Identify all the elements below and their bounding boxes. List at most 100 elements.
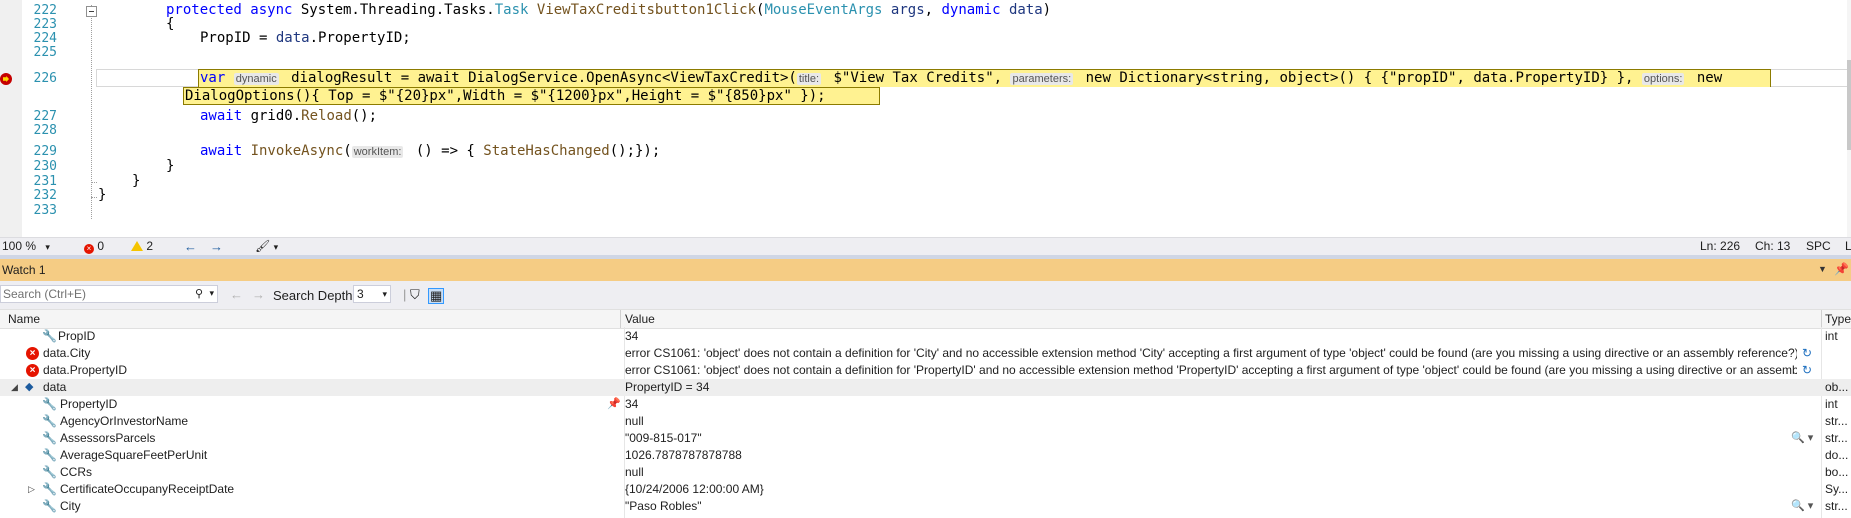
code-cleanup-icon[interactable]: 🖌 ▾: [255, 239, 278, 255]
indicator-margin[interactable]: [0, 0, 22, 237]
watch-row[interactable]: 🔧 PropID 34 int: [0, 328, 1851, 345]
watch-row[interactable]: 🔧 AssessorsParcels "009-815-017" 🔍 ▾ str…: [0, 430, 1851, 447]
search-depth-label: Search Depth:: [273, 288, 357, 303]
watch-name[interactable]: City: [60, 498, 81, 515]
watch-value[interactable]: 34: [625, 396, 1800, 413]
warning-count[interactable]: 2: [131, 239, 153, 254]
inlay-type-hint: dynamic: [233, 73, 279, 85]
watch-name[interactable]: AverageSquareFeetPerUnit: [60, 447, 207, 464]
search-previous-icon[interactable]: ←: [230, 288, 243, 302]
inlay-param-hint: parameters:: [1010, 73, 1074, 85]
code-line-231[interactable]: }: [132, 173, 140, 190]
search-icon[interactable]: ⚲: [195, 287, 203, 300]
expand-chevron-icon[interactable]: ▷: [28, 481, 35, 498]
watch-row[interactable]: 🔧 CCRs null bo...: [0, 464, 1851, 481]
code-line-223[interactable]: {: [166, 16, 174, 33]
outlining-guide: [91, 5, 93, 219]
navigate-forward-icon[interactable]: →: [210, 239, 223, 254]
breakpoint-current-statement-icon[interactable]: [0, 73, 12, 85]
refresh-icon[interactable]: ↻: [1802, 345, 1812, 362]
code-line-227[interactable]: await grid0.Reload();: [200, 108, 377, 125]
search-depth-select[interactable]: 3 ▾: [353, 285, 391, 303]
punct: =: [250, 30, 276, 46]
toolbar-divider: |: [403, 287, 407, 302]
filter-icon[interactable]: ⛉: [410, 288, 420, 302]
column-header-name[interactable]: Name: [8, 312, 40, 326]
watch-name[interactable]: AssessorsParcels: [60, 430, 155, 447]
watch-toolbar: ⚲ ▾ ← → Search Depth: 3▾ | ⛉ ▦: [0, 281, 1851, 309]
outlining-tick: [91, 197, 97, 199]
watch-value[interactable]: null: [625, 413, 1800, 430]
column-divider[interactable]: [1821, 310, 1822, 328]
watch-row[interactable]: 🔧 AgencyOrInvestorName null str...: [0, 413, 1851, 430]
watch-search-box[interactable]: ⚲ ▾: [0, 285, 218, 303]
code-line-226[interactable]: var dynamic dialogResult = await DialogS…: [200, 70, 1722, 88]
watch-value[interactable]: 34: [625, 328, 1800, 345]
watch-value[interactable]: null: [625, 464, 1800, 481]
column-header-value[interactable]: Value: [625, 312, 655, 326]
watch-name[interactable]: data.PropertyID: [43, 362, 127, 379]
pin-property-icon[interactable]: 📌: [607, 396, 621, 413]
search-next-icon[interactable]: →: [252, 288, 265, 302]
refresh-icon[interactable]: ↻: [1802, 362, 1812, 379]
watch-name[interactable]: PropID: [58, 328, 95, 345]
watch-name[interactable]: CertificateOccupanyReceiptDate: [60, 481, 234, 498]
watch-row[interactable]: ◢ ◆ data PropertyID = 34 ob...: [0, 379, 1851, 396]
watch-row[interactable]: × data.PropertyID error CS1061: 'object'…: [0, 362, 1851, 379]
property-wrench-icon: 🔧: [42, 431, 57, 445]
watch-type: int: [1825, 329, 1838, 343]
collapse-chevron-icon[interactable]: ◢: [11, 379, 18, 396]
chevron-down-icon[interactable]: ▾: [209, 288, 214, 299]
text-visualizer-icon[interactable]: 🔍 ▾: [1791, 498, 1813, 515]
type-name: Task: [494, 2, 537, 18]
editor-status-bar: 100 % ▾ × 0 2 ← → 🖌 ▾ Ln: 226 Ch: 13 SPC…: [0, 237, 1851, 255]
property-wrench-icon: 🔧: [42, 465, 57, 479]
watch-row[interactable]: ▷ 🔧 CertificateOccupanyReceiptDate {10/2…: [0, 481, 1851, 498]
line-ending[interactable]: L: [1845, 239, 1851, 254]
code-line-224[interactable]: PropID = data.PropertyID;: [200, 30, 411, 47]
code-line-230[interactable]: }: [166, 158, 174, 175]
code-line-232[interactable]: }: [98, 187, 106, 204]
watch-value[interactable]: "Paso Robles": [625, 498, 1785, 515]
code-line-222[interactable]: protected async System.Threading.Tasks.T…: [166, 2, 1051, 19]
watch-type: ob...: [1825, 380, 1849, 394]
code-line-229[interactable]: await InvokeAsync(workItem: () => { Stat…: [200, 143, 660, 161]
watch-name[interactable]: AgencyOrInvestorName: [60, 413, 188, 430]
collapse-region-icon[interactable]: [86, 6, 97, 17]
watch-value[interactable]: {10/24/2006 12:00:00 AM}: [625, 481, 1800, 498]
zoom-level[interactable]: 100 % ▾: [2, 239, 50, 255]
column-divider[interactable]: [620, 310, 621, 328]
navigate-back-icon[interactable]: ←: [184, 239, 197, 254]
watch-row[interactable]: × data.City error CS1061: 'object' does …: [0, 345, 1851, 362]
search-input[interactable]: [1, 286, 195, 302]
watch-column-headers: Name Value Type: [0, 309, 1851, 329]
code-line-226-wrapped[interactable]: DialogOptions(){ Top = $"{20}px",Width =…: [185, 88, 826, 105]
watch-row[interactable]: 🔧 PropertyID 📌 34 int: [0, 396, 1851, 413]
code-editor[interactable]: 222 223 224 225 226 227 228 229 230 231 …: [0, 0, 1851, 237]
error-count-value: 0: [97, 239, 105, 253]
inlay-param-hint: workItem:: [351, 146, 404, 158]
watch-name[interactable]: PropertyID: [60, 396, 117, 413]
watch-value[interactable]: "009-815-017": [625, 430, 1785, 447]
cursor-char: Ch: 13: [1755, 239, 1791, 253]
watch-name[interactable]: data: [43, 379, 66, 396]
watch-name[interactable]: data.City: [43, 345, 90, 362]
watch-value[interactable]: error CS1061: 'object' does not contain …: [625, 345, 1797, 362]
error-count[interactable]: × 0: [84, 239, 104, 254]
watch-value[interactable]: PropertyID = 34: [625, 379, 1800, 396]
pin-icon[interactable]: 📌: [1834, 262, 1849, 276]
column-header-type[interactable]: Type: [1825, 312, 1851, 326]
watch-row[interactable]: 🔧 City "Paso Robles" 🔍 ▾ str...: [0, 498, 1851, 515]
whitespace-mode[interactable]: SPC: [1806, 239, 1831, 254]
text-visualizer-icon[interactable]: 🔍 ▾: [1791, 430, 1813, 447]
watch-value[interactable]: 1026.7878787878788: [625, 447, 1800, 464]
watch-row[interactable]: 🔧 AverageSquareFeetPerUnit 1026.78787878…: [0, 447, 1851, 464]
watch-name[interactable]: CCRs: [60, 464, 92, 481]
watch-window-title-bar[interactable]: Watch 1 ▼ 📌: [0, 259, 1851, 281]
watch-type: bo...: [1825, 465, 1849, 479]
scrollbar-thumb[interactable]: [1847, 60, 1851, 150]
keyword: var: [200, 70, 226, 86]
watch-value[interactable]: error CS1061: 'object' does not contain …: [625, 362, 1797, 379]
window-menu-chevron-icon[interactable]: ▼: [1818, 264, 1827, 274]
hex-display-icon[interactable]: ▦: [428, 288, 445, 304]
